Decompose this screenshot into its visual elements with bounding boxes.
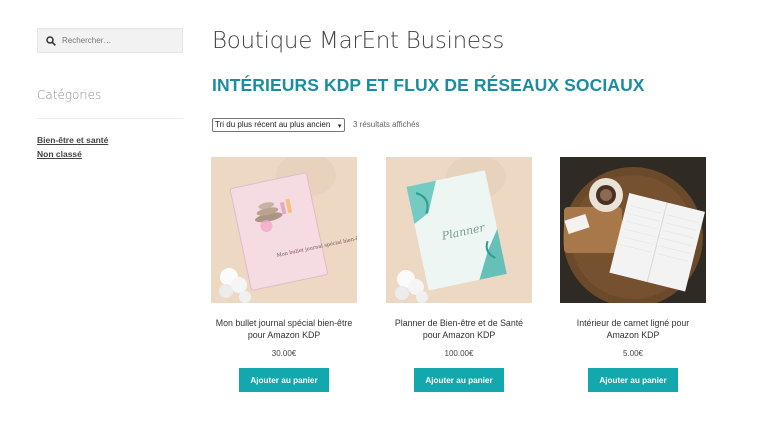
category-list: Bien-être et santé Non classé bbox=[37, 133, 108, 161]
add-to-cart-button[interactable]: Ajouter au panier bbox=[414, 368, 504, 392]
section-heading: INTÉRIEURS KDP ET FLUX DE RÉSEAUX SOCIAU… bbox=[212, 75, 645, 95]
product-name[interactable]: Intérieur de carnet ligné pour Amazon KD… bbox=[560, 318, 706, 342]
category-link-non-classe[interactable]: Non classé bbox=[37, 149, 82, 159]
product-card: Intérieur de carnet ligné pour Amazon KD… bbox=[560, 157, 706, 392]
product-name[interactable]: Mon bullet journal spécial bien-être pou… bbox=[211, 318, 357, 342]
product-image[interactable]: Mon bullet journal spécial bien-être bbox=[211, 157, 357, 303]
divider bbox=[37, 118, 183, 119]
search-box[interactable] bbox=[37, 28, 183, 53]
product-price: 100.00€ bbox=[444, 349, 474, 358]
add-to-cart-button[interactable]: Ajouter au panier bbox=[239, 368, 329, 392]
product-image-bullet-journal: Mon bullet journal spécial bien-être bbox=[211, 157, 357, 303]
add-to-cart-button[interactable]: Ajouter au panier bbox=[588, 368, 678, 392]
result-count: 3 résultats affichés bbox=[353, 120, 420, 129]
page-title: Boutique MarEnt Business bbox=[212, 28, 505, 54]
product-image[interactable]: Planner bbox=[386, 157, 532, 303]
category-link-bien-etre[interactable]: Bien-être et santé bbox=[37, 135, 108, 145]
categories-title: Catégories bbox=[37, 88, 102, 102]
chevron-down-icon: ▾ bbox=[337, 123, 342, 130]
sort-select-label: Tri du plus récent au plus ancien bbox=[215, 120, 331, 129]
product-card: Mon bullet journal spécial bien-être Mon… bbox=[211, 157, 357, 392]
product-image-notebook bbox=[560, 157, 706, 303]
search-icon bbox=[46, 35, 56, 46]
product-card: Planner Planner de Bien-être et de Santé… bbox=[386, 157, 532, 392]
product-price: 30.00€ bbox=[271, 349, 297, 358]
search-input[interactable] bbox=[62, 36, 172, 45]
sort-select[interactable]: Tri du plus récent au plus ancien ▾ bbox=[212, 118, 346, 132]
product-name[interactable]: Planner de Bien-être et de Santé pour Am… bbox=[386, 318, 532, 342]
category-item: Non classé bbox=[37, 147, 108, 161]
category-item: Bien-être et santé bbox=[37, 133, 108, 147]
product-image-planner: Planner bbox=[386, 157, 532, 303]
product-image[interactable] bbox=[560, 157, 706, 303]
product-price: 5.00€ bbox=[622, 349, 644, 358]
